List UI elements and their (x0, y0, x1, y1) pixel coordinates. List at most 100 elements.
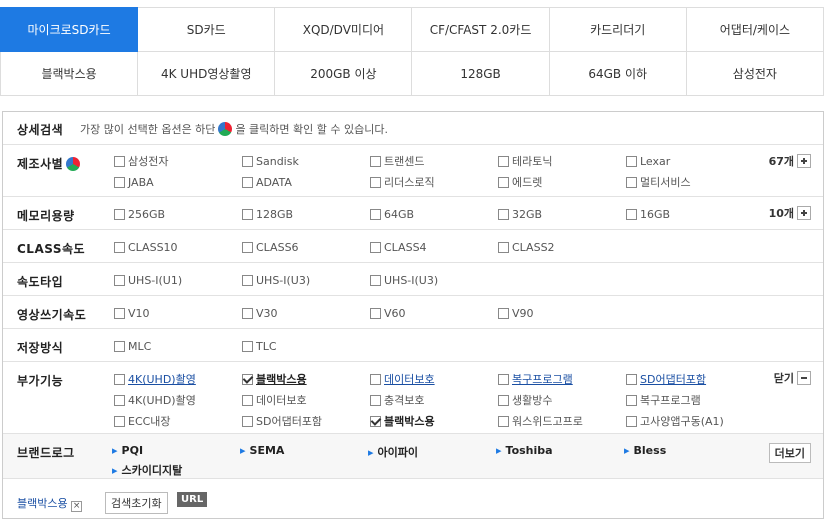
brand-link[interactable]: 스카이디지탈 (112, 462, 183, 478)
checkbox[interactable] (370, 176, 381, 188)
memory-option[interactable]: 16GB (626, 207, 670, 221)
maker-option[interactable]: 에드렛 (498, 175, 542, 189)
video-option[interactable]: V10 (114, 306, 150, 320)
checkbox[interactable] (498, 415, 509, 427)
extra-option[interactable]: 4K(UHD)촬영 (114, 372, 196, 386)
selected-tag[interactable]: 블랙박스용 × (17, 495, 83, 512)
extra-option-checked[interactable]: 블랙박스용 (370, 414, 435, 428)
tab-64gb[interactable]: 64GB 이하 (548, 51, 687, 96)
speed-option[interactable]: UHS-I(U3) (242, 273, 310, 287)
checkbox[interactable] (498, 241, 509, 253)
extra-option[interactable]: 충격보호 (370, 393, 424, 407)
video-option[interactable]: V60 (370, 306, 406, 320)
extra-option[interactable]: 워스위드고프로 (498, 414, 583, 428)
checkbox[interactable] (114, 176, 125, 188)
maker-option[interactable]: 멀티서비스 (626, 175, 691, 189)
checkbox[interactable] (498, 176, 509, 188)
extra-option[interactable]: 데이터보호 (242, 393, 307, 407)
maker-option[interactable]: 테라토닉 (498, 154, 552, 168)
checkbox[interactable] (626, 373, 637, 385)
checkbox[interactable] (242, 415, 253, 427)
tab-reader[interactable]: 카드리더기 (548, 7, 687, 52)
checkbox[interactable] (370, 307, 381, 319)
extra-option[interactable]: 생활방수 (498, 393, 552, 407)
checkbox[interactable] (242, 208, 253, 220)
class-option[interactable]: CLASS2 (498, 240, 555, 254)
tab-microsd[interactable]: 마이크로SD카드 (0, 7, 139, 52)
memory-option[interactable]: 128GB (242, 207, 293, 221)
class-option[interactable]: CLASS10 (114, 240, 178, 254)
checkbox[interactable] (242, 340, 253, 352)
more-button[interactable]: 더보기 (768, 443, 811, 463)
checkbox[interactable] (114, 340, 125, 352)
class-option[interactable]: CLASS6 (242, 240, 299, 254)
extra-option[interactable]: SD어댑터포함 (242, 414, 322, 428)
maker-option[interactable]: Lexar (626, 154, 670, 168)
brand-link[interactable]: Toshiba (496, 444, 553, 457)
checkbox[interactable] (370, 241, 381, 253)
collapse-minus-icon[interactable] (797, 371, 811, 385)
checkbox[interactable] (626, 394, 637, 406)
checkbox[interactable] (242, 307, 253, 319)
checkbox[interactable] (114, 415, 125, 427)
storage-option[interactable]: MLC (114, 339, 151, 353)
brand-link[interactable]: SEMA (240, 444, 285, 457)
speed-option[interactable]: UHS-I(U1) (114, 273, 182, 287)
checkbox[interactable] (114, 241, 125, 253)
maker-option[interactable]: ADATA (242, 175, 292, 189)
checkbox[interactable] (626, 208, 637, 220)
class-option[interactable]: CLASS4 (370, 240, 427, 254)
maker-option[interactable]: 리더스로직 (370, 175, 435, 189)
checkbox[interactable] (242, 394, 253, 406)
memory-option[interactable]: 32GB (498, 207, 542, 221)
checkbox[interactable] (242, 241, 253, 253)
checkbox[interactable] (498, 208, 509, 220)
checkbox[interactable] (242, 176, 253, 188)
brand-link[interactable]: 아이파이 (368, 444, 418, 460)
tab-xqd[interactable]: XQD/DV미디어 (274, 7, 413, 52)
video-option[interactable]: V90 (498, 306, 534, 320)
tab-sd[interactable]: SD카드 (137, 7, 276, 52)
checkbox[interactable] (498, 373, 509, 385)
extra-option[interactable]: 복구프로그램 (498, 372, 573, 386)
extra-option[interactable]: 데이터보호 (370, 372, 435, 386)
checkbox[interactable] (114, 274, 125, 286)
checkbox[interactable] (114, 208, 125, 220)
maker-option[interactable]: JABA (114, 175, 154, 189)
checkbox[interactable] (626, 415, 637, 427)
checkbox[interactable] (498, 155, 509, 167)
video-option[interactable]: V30 (242, 306, 278, 320)
tab-blackbox[interactable]: 블랙박스용 (0, 51, 139, 96)
checkbox[interactable] (242, 274, 253, 286)
tab-adapter[interactable]: 어댑터/케이스 (685, 7, 825, 52)
checkbox[interactable] (370, 394, 381, 406)
maker-option[interactable]: 트랜센드 (370, 154, 424, 168)
expand-plus-icon[interactable] (797, 154, 811, 168)
checkbox[interactable] (242, 155, 253, 167)
memory-option[interactable]: 64GB (370, 207, 414, 221)
memory-option[interactable]: 256GB (114, 207, 165, 221)
checkbox[interactable] (370, 274, 381, 286)
speed-option[interactable]: UHS-I(U3) (370, 273, 438, 287)
maker-option[interactable]: Sandisk (242, 154, 299, 168)
checkbox[interactable] (498, 394, 509, 406)
checkbox[interactable] (114, 155, 125, 167)
reset-search-button[interactable]: 검색초기화 (105, 492, 168, 514)
checkbox-checked[interactable] (242, 373, 253, 385)
brand-link[interactable]: PQI (112, 444, 144, 457)
remove-x-icon[interactable]: × (71, 501, 83, 512)
maker-option[interactable]: 삼성전자 (114, 154, 168, 168)
checkbox[interactable] (626, 155, 637, 167)
tab-cf[interactable]: CF/CFAST 2.0카드 (411, 7, 550, 52)
pie-chart-icon[interactable] (66, 157, 81, 171)
checkbox[interactable] (370, 208, 381, 220)
checkbox-checked[interactable] (370, 415, 381, 427)
tab-samsung[interactable]: 삼성전자 (685, 51, 825, 96)
tab-4k[interactable]: 4K UHD영상촬영 (137, 51, 276, 96)
extra-option[interactable]: 고사양앱구동(A1) (626, 414, 724, 428)
extra-option[interactable]: 4K(UHD)촬영 (114, 393, 196, 407)
checkbox[interactable] (498, 307, 509, 319)
storage-option[interactable]: TLC (242, 339, 277, 353)
checkbox[interactable] (114, 394, 125, 406)
extra-option[interactable]: 복구프로그램 (626, 393, 701, 407)
